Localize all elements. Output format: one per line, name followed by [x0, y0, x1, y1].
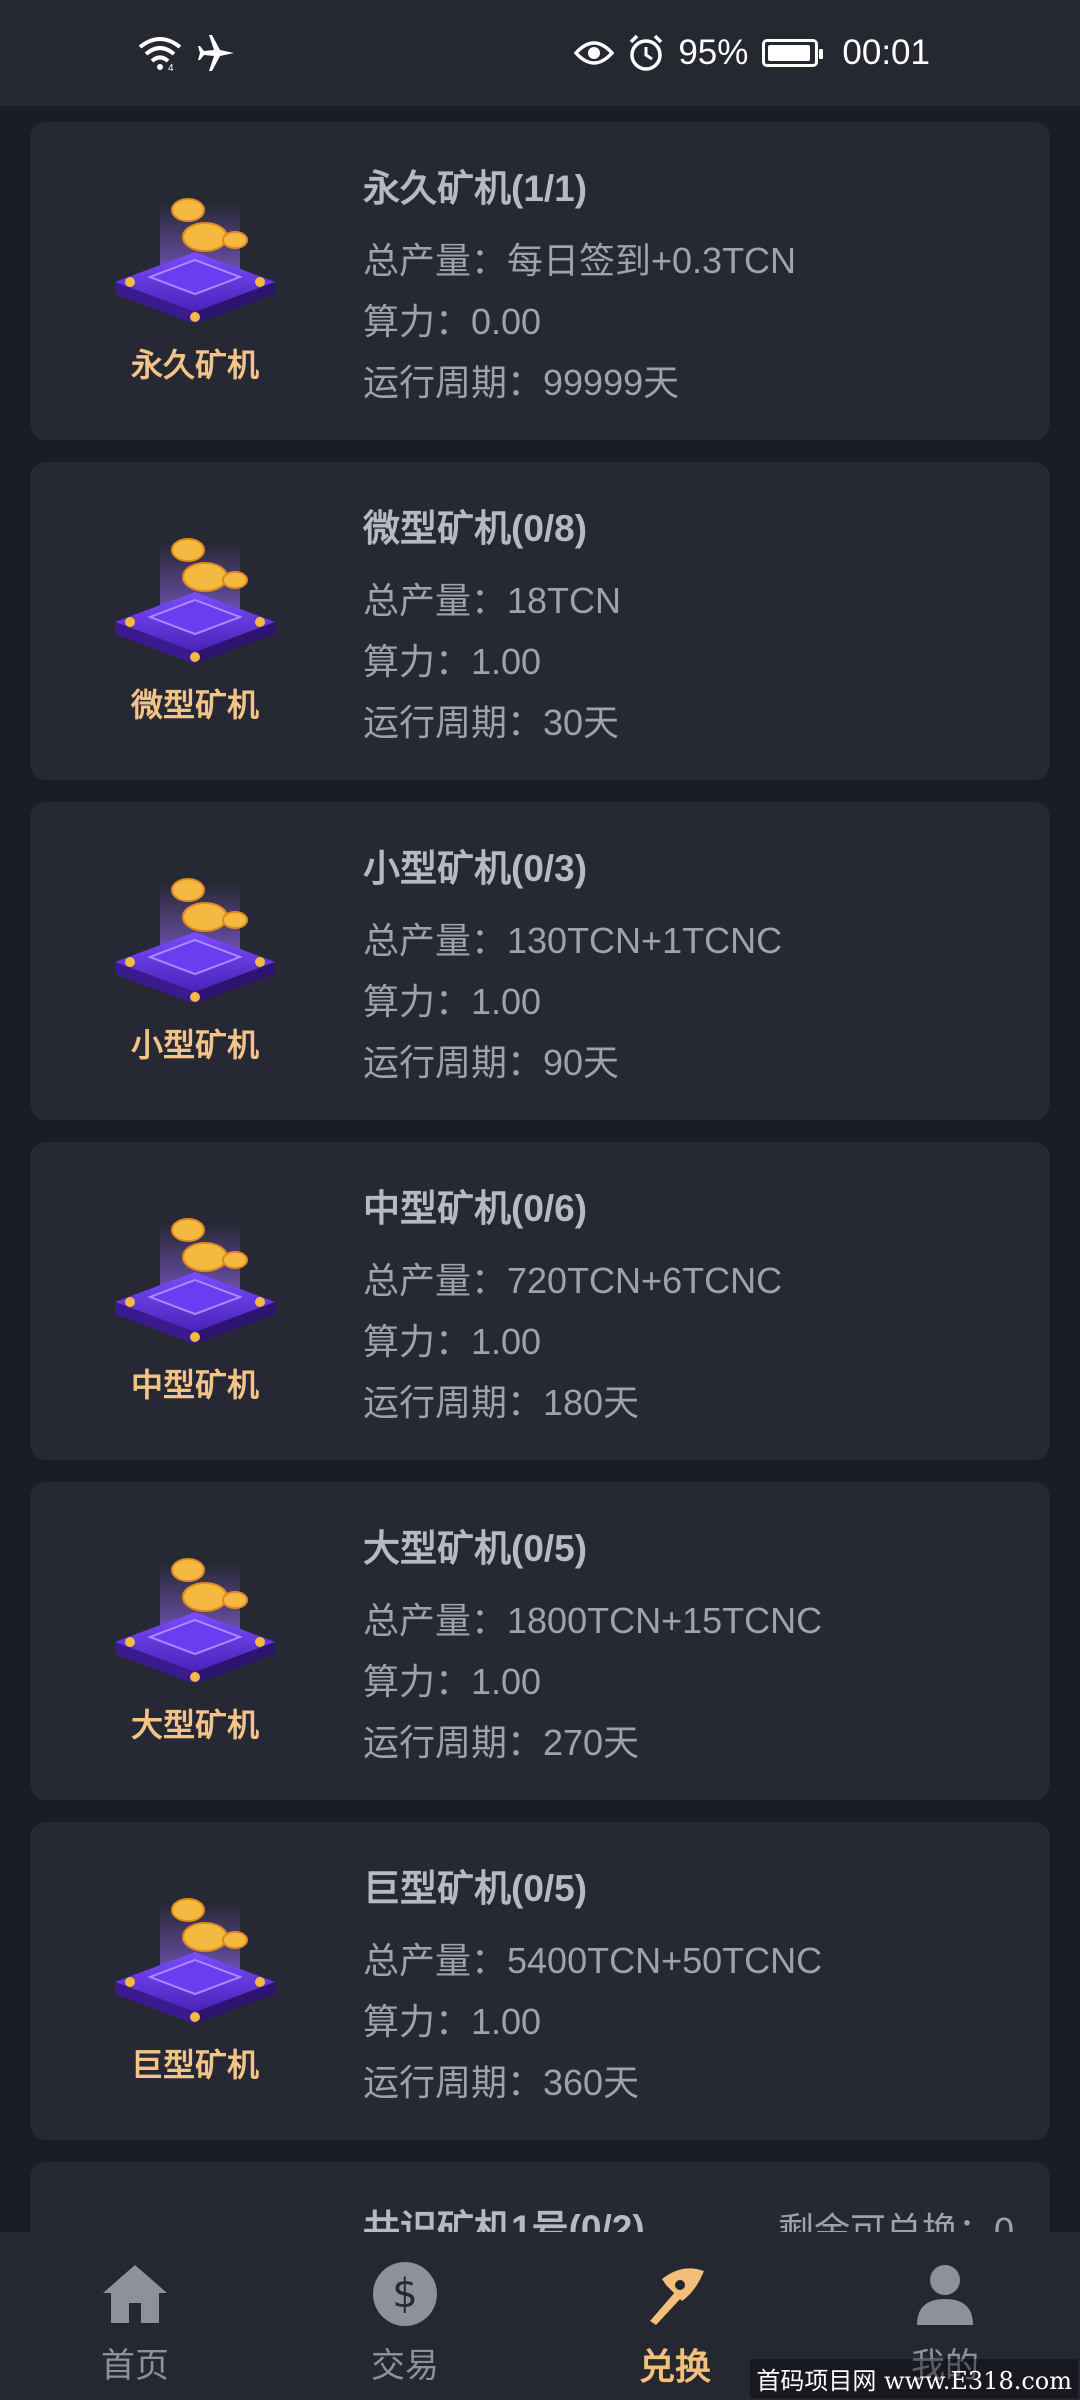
mining-machine-icon [115, 878, 275, 1004]
miner-image: 小型矿机 [90, 862, 300, 1064]
miner-period: 运行周期：270天 [363, 1722, 640, 1763]
miner-image: 微型矿机 [90, 522, 300, 724]
miner-card[interactable]: 永久矿机 永久矿机(1/1) 总产量：每日签到+0.3TCN 算力：0.00 运… [30, 122, 1050, 440]
miner-info: 共识矿机1号(0/2) [363, 2198, 645, 2232]
user-icon [909, 2258, 981, 2330]
miner-card[interactable]: 中型矿机 中型矿机(0/6) 总产量：720TCN+6TCNC 算力：1.00 … [30, 1142, 1050, 1460]
miner-image: 永久矿机 [90, 182, 300, 384]
mining-machine-icon [115, 198, 275, 324]
miner-image-label: 微型矿机 [130, 686, 259, 724]
battery-icon [762, 39, 824, 67]
miner-title: 小型矿机(0/3) [363, 848, 588, 889]
miner-image-label: 中型矿机 [130, 1366, 259, 1404]
nav-trade-label: 交易 [371, 2346, 439, 2386]
miner-period: 运行周期：90天 [363, 1042, 620, 1083]
miner-title: 共识矿机1号(0/2) [363, 2208, 645, 2232]
status-left: 4 [138, 33, 236, 73]
pickaxe-icon [639, 2258, 711, 2330]
miner-period: 运行周期：360天 [363, 2062, 640, 2103]
miner-image: 大型矿机 [90, 1542, 300, 1744]
mining-machine-icon [115, 538, 275, 664]
miner-output: 总产量：1800TCN+15TCNC [363, 1600, 823, 1641]
alarm-icon [628, 34, 664, 72]
miner-info: 巨型矿机(0/5) 总产量：5400TCN+50TCNC 算力：1.00 运行周… [363, 1858, 822, 2113]
miner-output: 总产量：130TCN+1TCNC [363, 920, 783, 961]
miner-power: 算力：1.00 [363, 981, 542, 1022]
wifi-icon: 4 [138, 35, 182, 71]
miner-power: 算力：1.00 [363, 641, 542, 682]
status-time: 00:01 [842, 33, 930, 72]
miner-info: 大型矿机(0/5) 总产量：1800TCN+15TCNC 算力：1.00 运行周… [363, 1518, 822, 1773]
miner-card[interactable]: 巨型矿机 巨型矿机(0/5) 总产量：5400TCN+50TCNC 算力：1.0… [30, 1822, 1050, 2140]
miner-period: 运行周期：180天 [363, 1382, 640, 1423]
miner-output: 总产量：18TCN [363, 580, 622, 621]
nav-home[interactable]: 首页 [0, 2232, 270, 2400]
miner-period: 运行周期：30天 [363, 702, 620, 743]
status-right: 95% 00:01 [574, 33, 930, 73]
miner-card[interactable]: 大型矿机 大型矿机(0/5) 总产量：1800TCN+15TCNC 算力：1.0… [30, 1482, 1050, 1800]
miner-info: 微型矿机(0/8) 总产量：18TCN 算力：1.00 运行周期：30天 [363, 498, 621, 753]
miner-list[interactable]: 永久矿机 永久矿机(1/1) 总产量：每日签到+0.3TCN 算力：0.00 运… [30, 122, 1050, 2232]
miner-title: 大型矿机(0/5) [363, 1528, 588, 1569]
miner-power: 算力：1.00 [363, 1321, 542, 1362]
miner-title: 永久矿机(1/1) [363, 168, 588, 209]
miner-card[interactable]: 共识矿机1号(0/2) 剩余可兑换：0 [30, 2162, 1050, 2232]
miner-power: 算力：0.00 [363, 301, 542, 342]
nav-home-label: 首页 [101, 2346, 169, 2386]
miner-output: 总产量：5400TCN+50TCNC [363, 1940, 823, 1981]
miner-power: 算力：1.00 [363, 1661, 542, 1702]
miner-title: 巨型矿机(0/5) [363, 1868, 588, 1909]
airplane-icon [196, 33, 236, 73]
svg-text:$: $ [392, 2271, 417, 2317]
eye-icon [574, 39, 615, 67]
svg-text:4: 4 [168, 63, 174, 71]
watermark: 首码项目网 www.E318.com [750, 2359, 1078, 2398]
battery-percent: 95% [678, 33, 749, 72]
mining-machine-icon [115, 1558, 275, 1684]
miner-power: 算力：1.00 [363, 2001, 542, 2042]
dollar-icon: $ [369, 2258, 441, 2330]
miner-card[interactable]: 小型矿机 小型矿机(0/3) 总产量：130TCN+1TCNC 算力：1.00 … [30, 802, 1050, 1120]
nav-exchange-label: 兑换 [638, 2347, 711, 2388]
miner-title: 中型矿机(0/6) [363, 1188, 588, 1229]
mining-machine-icon [115, 1218, 275, 1344]
miner-image-label: 巨型矿机 [130, 2046, 259, 2084]
miner-title: 微型矿机(0/8) [363, 508, 588, 549]
miner-image-label: 永久矿机 [130, 346, 259, 384]
miner-output: 总产量：720TCN+6TCNC [363, 1260, 783, 1301]
miner-image-label: 大型矿机 [130, 1706, 259, 1744]
miner-image: 巨型矿机 [90, 1882, 300, 2084]
nav-trade[interactable]: $ 交易 [270, 2232, 540, 2400]
miner-output: 总产量：每日签到+0.3TCN [363, 240, 797, 281]
miner-image-label: 小型矿机 [130, 1026, 259, 1064]
miner-period: 运行周期：99999天 [363, 362, 680, 403]
miner-info: 小型矿机(0/3) 总产量：130TCN+1TCNC 算力：1.00 运行周期：… [363, 838, 782, 1093]
home-icon [99, 2258, 171, 2330]
miner-info: 永久矿机(1/1) 总产量：每日签到+0.3TCN 算力：0.00 运行周期：9… [363, 158, 796, 413]
mining-machine-icon [115, 1898, 275, 2024]
miner-card[interactable]: 微型矿机 微型矿机(0/8) 总产量：18TCN 算力：1.00 运行周期：30… [30, 462, 1050, 780]
remaining-count: 剩余可兑换：0 [777, 2210, 1014, 2232]
miner-info: 中型矿机(0/6) 总产量：720TCN+6TCNC 算力：1.00 运行周期：… [363, 1178, 782, 1433]
status-bar: 4 95% 00:01 [0, 0, 1080, 106]
miner-image: 中型矿机 [90, 1202, 300, 1404]
